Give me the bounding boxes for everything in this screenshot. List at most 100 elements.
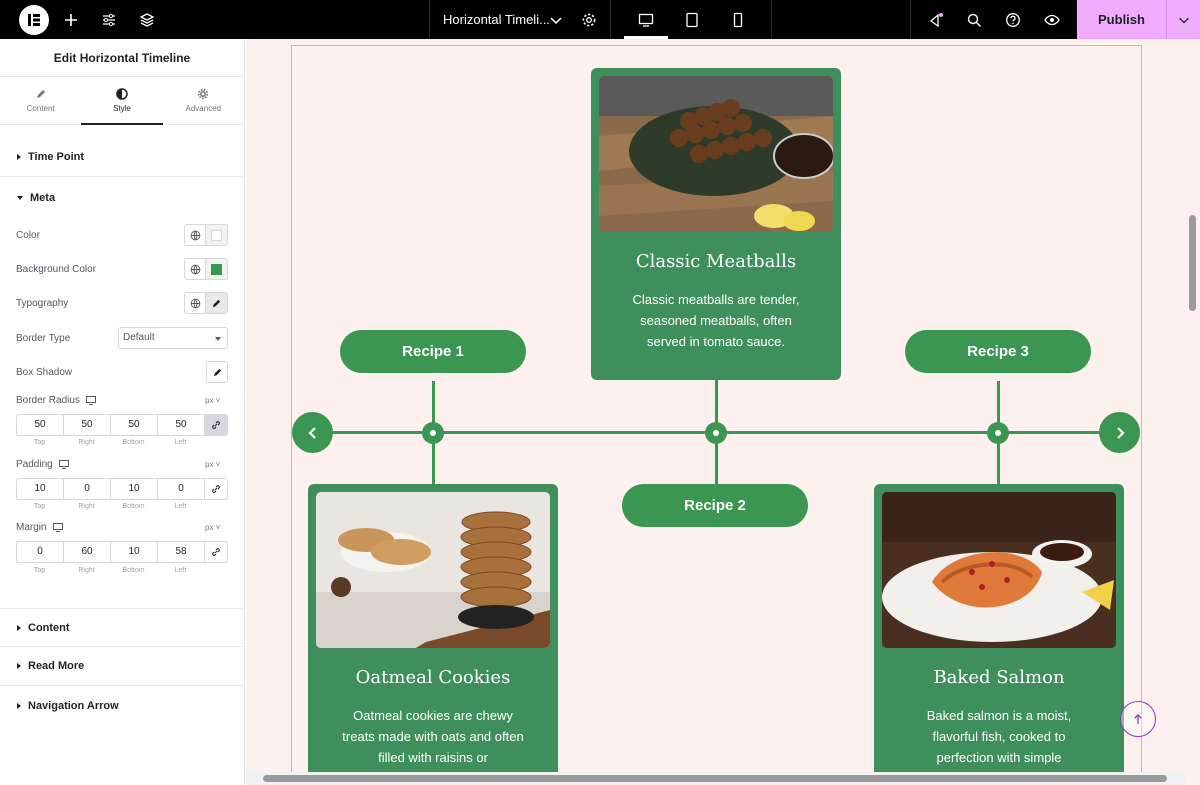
side-label-bottom: Bottom <box>122 503 145 510</box>
background-color-picker[interactable] <box>206 258 228 280</box>
preview-eye-icon[interactable] <box>1039 0 1065 39</box>
margin-left-input[interactable]: 58 <box>157 541 204 563</box>
tab-content[interactable]: Content <box>0 77 81 124</box>
side-label-top: Top <box>33 567 46 574</box>
padding-unit[interactable]: px ˅ <box>205 460 220 469</box>
padding-bottom-input[interactable]: 10 <box>110 478 157 500</box>
mobile-view-icon[interactable] <box>725 0 751 39</box>
section-content[interactable]: Content <box>0 608 244 647</box>
time-point-dot[interactable] <box>987 422 1009 444</box>
caret-down-icon <box>17 195 23 200</box>
desktop-icon[interactable] <box>52 522 63 532</box>
chevron-right-icon <box>1116 426 1125 439</box>
section-time-point[interactable]: Time Point <box>0 138 244 177</box>
margin-right-input[interactable]: 60 <box>63 541 110 563</box>
timeline-meta-recipe-2[interactable]: Recipe 2 <box>622 484 808 527</box>
desktop-icon[interactable] <box>58 459 69 469</box>
section-time-point-label: Time Point <box>28 151 85 163</box>
link-values-icon[interactable] <box>204 478 228 500</box>
link-values-icon[interactable] <box>204 541 228 563</box>
timeline-meta-recipe-3[interactable]: Recipe 3 <box>905 330 1091 373</box>
desktop-icon[interactable] <box>85 395 96 405</box>
color-label: Color <box>16 230 40 241</box>
pencil-icon <box>212 299 221 307</box>
color-picker[interactable] <box>206 224 228 246</box>
card-description: Classic meatballs are tender, seasoned m… <box>632 292 800 349</box>
section-meta-label: Meta <box>30 191 56 204</box>
side-label-right: Right <box>78 567 95 574</box>
horizontal-scrollbar[interactable] <box>263 775 1167 782</box>
publish-options-chevron-icon[interactable] <box>1166 0 1200 39</box>
side-label-bottom: Bottom <box>122 439 145 446</box>
margin-bottom-input[interactable]: 10 <box>110 541 157 563</box>
section-navigation-arrow[interactable]: Navigation Arrow <box>0 686 244 725</box>
link-values-icon[interactable] <box>204 414 228 436</box>
border-radius-text: Border Radius <box>16 395 80 406</box>
box-shadow-label: Box Shadow <box>16 367 73 378</box>
border-radius-unit-label: px <box>205 396 214 405</box>
desktop-view-icon[interactable] <box>633 0 659 39</box>
section-navigation-arrow-label: Navigation Arrow <box>28 699 119 712</box>
section-meta[interactable]: Meta <box>0 178 244 217</box>
structure-layers-icon[interactable] <box>134 0 160 39</box>
border-radius-top-input[interactable]: 50 <box>16 414 63 436</box>
editor-canvas: Recipe 1 Recipe 2 Recipe 3 Classic Meatb… <box>246 39 1200 785</box>
border-radius-right-input[interactable]: 50 <box>63 414 110 436</box>
vertical-scrollbar[interactable] <box>1189 215 1196 311</box>
pencil-icon <box>213 368 221 376</box>
arrow-up-icon <box>1134 713 1142 724</box>
tab-advanced[interactable]: Advanced <box>163 77 244 124</box>
section-read-more[interactable]: Read More <box>0 647 244 686</box>
document-title[interactable]: Horizontal Timeli... <box>443 0 550 39</box>
publish-button[interactable]: Publish <box>1077 0 1166 39</box>
add-element-icon[interactable] <box>58 0 84 39</box>
padding-label: Padding <box>16 459 69 470</box>
border-radius-bottom-input[interactable]: 50 <box>110 414 157 436</box>
page-settings-gear-icon[interactable] <box>576 0 602 39</box>
card-description: Oatmeal cookies are chewy treats made wi… <box>342 708 524 765</box>
padding-left-input[interactable]: 0 <box>157 478 204 500</box>
timeline-card[interactable]: Oatmeal Cookies Oatmeal cookies are chew… <box>308 484 558 785</box>
border-type-value: Default <box>123 332 155 343</box>
tab-style-label: Style <box>113 104 131 113</box>
box-shadow-edit-button[interactable] <box>206 361 228 383</box>
border-radius-side-labels: Top Right Bottom Left <box>16 439 204 446</box>
timeline-meta-recipe-1[interactable]: Recipe 1 <box>340 330 526 373</box>
tab-style[interactable]: Style <box>81 77 163 125</box>
border-type-select[interactable]: Default <box>118 327 228 349</box>
elementor-logo-icon[interactable] <box>19 5 49 35</box>
site-settings-icon[interactable] <box>96 0 122 39</box>
chevron-down-icon[interactable] <box>543 0 569 39</box>
caret-right-icon <box>17 663 21 669</box>
card-description: Baked salmon is a moist, flavorful fish,… <box>926 708 1072 765</box>
timeline-card[interactable]: Classic Meatballs Classic meatballs are … <box>591 68 841 380</box>
time-point-dot[interactable] <box>705 422 727 444</box>
margin-top-input[interactable]: 0 <box>16 541 63 563</box>
recipe-image-meatballs <box>599 76 833 232</box>
border-radius-label: Border Radius <box>16 395 96 406</box>
next-arrow-button[interactable] <box>1099 412 1140 453</box>
margin-unit[interactable]: px ˅ <box>205 523 220 532</box>
side-label-left: Left <box>174 439 187 446</box>
scroll-to-top-button[interactable] <box>1120 701 1156 737</box>
side-label-top: Top <box>33 439 46 446</box>
prev-arrow-button[interactable] <box>292 412 333 453</box>
typography-edit-button[interactable] <box>206 292 228 314</box>
time-point-dot[interactable] <box>422 422 444 444</box>
recipe-image-oatmeal-cookies <box>316 492 550 648</box>
help-icon[interactable] <box>1000 0 1026 39</box>
padding-right-input[interactable]: 0 <box>63 478 110 500</box>
notifications-megaphone-icon[interactable] <box>923 0 949 39</box>
global-colors-icon[interactable] <box>184 224 206 246</box>
margin-side-labels: Top Right Bottom Left <box>16 567 204 574</box>
padding-unit-label: px <box>205 460 214 469</box>
border-radius-left-input[interactable]: 50 <box>157 414 204 436</box>
global-colors-icon[interactable] <box>184 258 206 280</box>
tablet-view-icon[interactable] <box>679 0 705 39</box>
search-icon[interactable] <box>961 0 987 39</box>
timeline-card[interactable]: Baked Salmon Baked salmon is a moist, fl… <box>874 484 1124 785</box>
tab-content-label: Content <box>26 104 55 113</box>
border-radius-unit[interactable]: px ˅ <box>205 396 220 405</box>
global-typography-icon[interactable] <box>184 292 206 314</box>
padding-top-input[interactable]: 10 <box>16 478 63 500</box>
